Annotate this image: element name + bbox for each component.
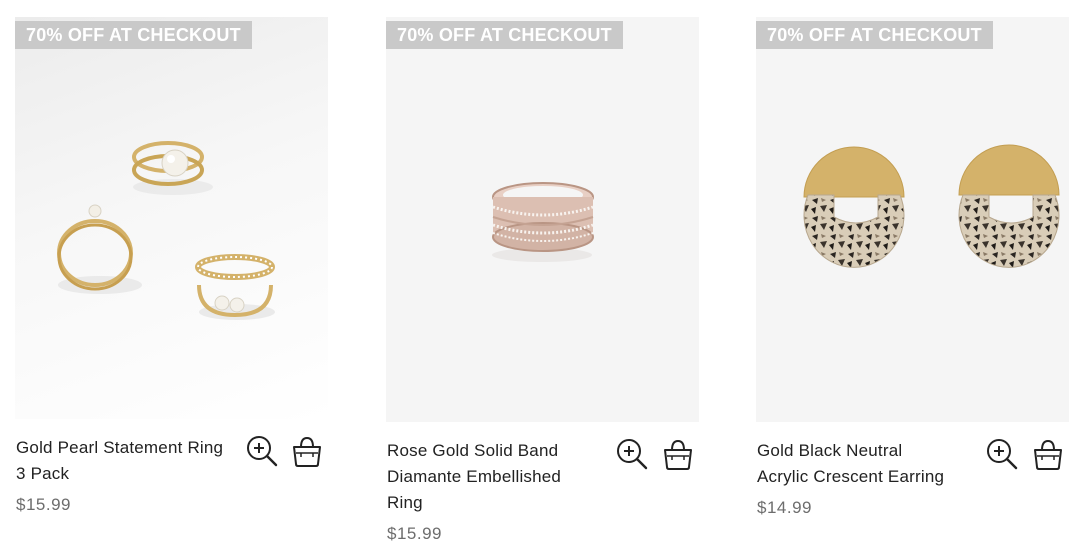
product-image[interactable] xyxy=(15,17,328,419)
product-card[interactable]: 70% OFF AT CHECKOUT Rose Gold Solid Band… xyxy=(386,0,700,556)
shopping-bag-icon[interactable] xyxy=(1031,437,1065,471)
product-title[interactable]: Rose Gold Solid Band Diamante Embellishe… xyxy=(387,438,587,516)
product-title[interactable]: Gold Black Neutral Acrylic Crescent Earr… xyxy=(757,438,957,490)
product-price: $15.99 xyxy=(16,495,71,514)
zoom-in-icon[interactable] xyxy=(245,434,279,468)
product-grid: 70% OFF AT CHECKOUT Gold Pearl Statement… xyxy=(0,0,1080,556)
rose-gold-ring-image xyxy=(492,182,594,262)
product-image[interactable] xyxy=(386,17,699,422)
shopping-bag-icon[interactable] xyxy=(661,437,695,471)
crescent-earring-image xyxy=(803,144,1060,268)
product-price: $14.99 xyxy=(757,498,812,517)
product-price: $15.99 xyxy=(387,524,442,543)
zoom-in-icon[interactable] xyxy=(615,437,649,471)
gold-pearl-rings-image xyxy=(57,141,275,320)
product-title[interactable]: Gold Pearl Statement Ring 3 Pack xyxy=(16,435,231,487)
discount-badge: 70% OFF AT CHECKOUT xyxy=(756,21,993,49)
discount-badge: 70% OFF AT CHECKOUT xyxy=(386,21,623,49)
discount-badge: 70% OFF AT CHECKOUT xyxy=(15,21,252,49)
product-card[interactable]: 70% OFF AT CHECKOUT Gold Pearl Statement… xyxy=(15,0,329,556)
zoom-in-icon[interactable] xyxy=(985,437,1019,471)
shopping-bag-icon[interactable] xyxy=(290,434,324,468)
product-card[interactable]: 70% OFF AT CHECKOUT Gold Black Neutral A… xyxy=(756,0,1070,556)
product-image[interactable] xyxy=(756,17,1069,422)
